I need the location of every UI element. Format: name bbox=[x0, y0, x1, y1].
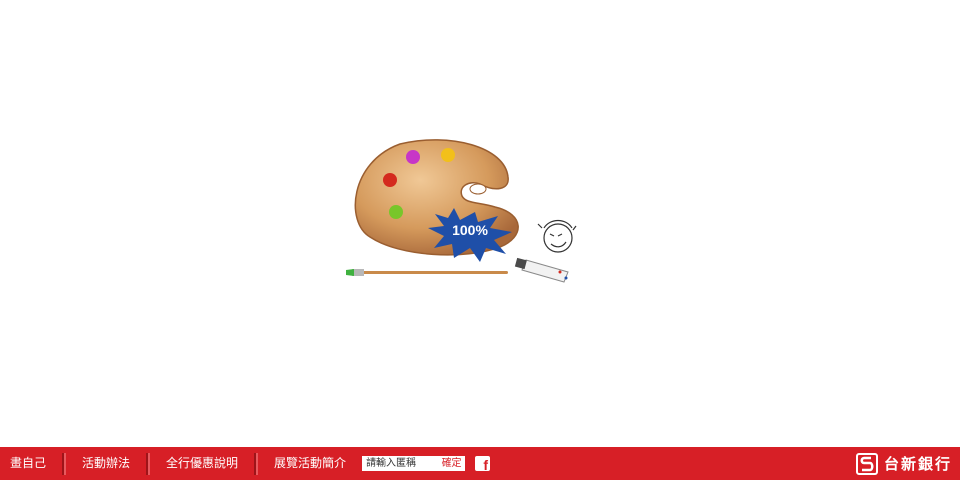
nav-separator bbox=[146, 452, 151, 475]
taishin-logo-icon bbox=[855, 452, 878, 475]
confirm-button[interactable]: 確定 bbox=[438, 456, 466, 471]
loading-illustration: 100% bbox=[330, 132, 600, 292]
nav-event-rules[interactable]: 活動辦法 bbox=[82, 447, 130, 480]
paint-tube-icon bbox=[514, 257, 569, 283]
facebook-icon[interactable]: f bbox=[475, 456, 491, 473]
nav-exhibition-intro[interactable]: 展覽活動簡介 bbox=[274, 447, 346, 480]
nav-bank-offers[interactable]: 全行優惠說明 bbox=[166, 447, 238, 480]
progress-text: 100% bbox=[452, 222, 488, 238]
brand-name: 台新銀行 bbox=[883, 455, 952, 473]
nav-draw-yourself[interactable]: 畫自己 bbox=[10, 447, 46, 480]
nickname-input[interactable] bbox=[362, 456, 439, 471]
facebook-glyph: f bbox=[483, 457, 489, 473]
sketch-face-icon bbox=[537, 219, 577, 253]
nav-separator bbox=[254, 452, 259, 475]
nickname-search: 確定 bbox=[362, 456, 466, 471]
loading-stage: 100% bbox=[0, 0, 960, 447]
paintbrush-icon bbox=[346, 269, 508, 276]
footer-bar: 畫自己 活動辦法 全行優惠說明 展覽活動簡介 確定 f 台新銀行 bbox=[0, 447, 960, 480]
nav-separator bbox=[62, 452, 67, 475]
brand-link[interactable]: 台新銀行 bbox=[855, 447, 952, 480]
